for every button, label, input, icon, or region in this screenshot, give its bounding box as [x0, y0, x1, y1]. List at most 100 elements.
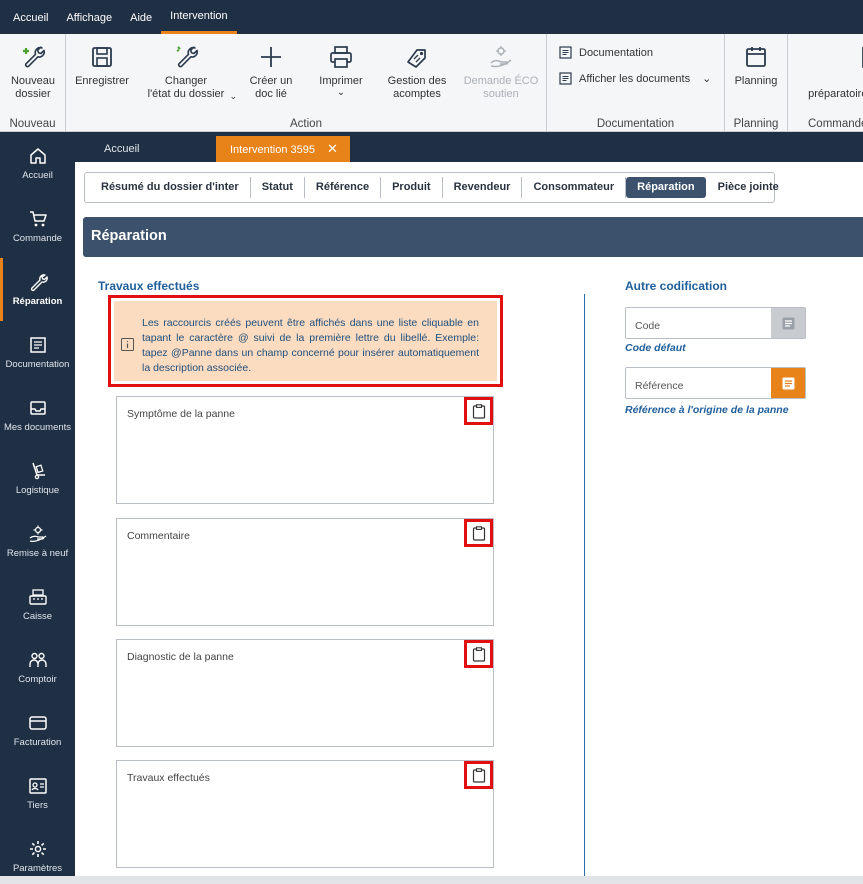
code-lookup-button[interactable] — [771, 308, 805, 338]
ribbon-group-action: Enregistrer Changer l'état du dossier ⌄ … — [66, 34, 547, 132]
eco-hand-icon — [490, 46, 512, 68]
sidebar-label-remise-a-neuf: Remise à neuf — [6, 548, 69, 559]
sidebar-label-accueil: Accueil — [22, 170, 53, 181]
sidebar-label-logistique: Logistique — [15, 485, 60, 496]
clipboard-button[interactable] — [464, 640, 493, 668]
enregistrer-label: Enregistrer — [75, 75, 129, 87]
section-title: Réparation — [91, 228, 167, 244]
code-input[interactable]: Code — [625, 307, 806, 339]
clipboard-button[interactable] — [464, 761, 493, 789]
tab-produit[interactable]: Produit — [381, 177, 443, 198]
tab-reparation[interactable]: Réparation — [626, 177, 706, 198]
sidebar-item-accueil[interactable]: Accueil — [0, 132, 75, 195]
sidebar-item-remise-a-neuf[interactable]: Remise à neuf — [0, 510, 75, 573]
sidebar-item-comptoir[interactable]: Comptoir — [0, 636, 75, 699]
ribbon-group-documentation: Documentation Afficher les documents ⌄ D… — [547, 34, 725, 132]
afficher-chevron-down-icon: ⌄ — [702, 73, 712, 85]
info-text: Les raccourcis créés peuvent être affich… — [142, 317, 479, 374]
sidebar-item-caisse[interactable]: Caisse — [0, 573, 75, 636]
menu-accueil[interactable]: Accueil — [4, 0, 57, 34]
sidebar-label-caisse: Caisse — [22, 611, 53, 622]
clipboard-icon — [472, 646, 485, 662]
enregistrer-button[interactable]: Enregistrer — [72, 44, 132, 88]
tab-reference[interactable]: Référence — [305, 177, 382, 198]
preparatoire-label: E préparatoire c — [808, 88, 863, 100]
list-icon — [782, 317, 794, 329]
tab-piece-jointe[interactable]: Pièce jointe — [707, 177, 790, 198]
group-label-documentation: Documentation — [596, 118, 675, 130]
commentaire-field[interactable]: Commentaire — [116, 518, 494, 626]
info-icon — [121, 338, 134, 351]
reference-lookup-button[interactable] — [771, 368, 805, 398]
hand-truck-icon — [31, 462, 45, 480]
tag-hand-icon — [407, 49, 426, 68]
code-placeholder: Code — [635, 320, 661, 332]
afficher-documents-button[interactable]: Afficher les documents ⌄ — [559, 72, 711, 85]
sidebar-label-documentation: Documentation — [5, 359, 70, 370]
section-header: Réparation — [83, 217, 863, 257]
reference-input[interactable]: Référence — [625, 367, 806, 399]
main-content: Résumé du dossier d'inter Statut Référen… — [75, 162, 863, 884]
sidebar-item-tiers[interactable]: Tiers — [0, 762, 75, 825]
sidebar-item-mes-documents[interactable]: Mes documents — [0, 384, 75, 447]
menu-affichage[interactable]: Affichage — [57, 0, 121, 34]
document-icon — [559, 46, 572, 59]
clipboard-icon — [472, 525, 485, 541]
group-label-commande: Commande — [808, 118, 863, 130]
sidebar-label-facturation: Facturation — [13, 737, 62, 748]
bottom-scroll-area — [0, 876, 863, 884]
tab-consommateur[interactable]: Consommateur — [522, 177, 627, 198]
doc-tab-accueil[interactable]: Accueil — [104, 136, 139, 162]
ribbon-group-commande: E préparatoire c Commande — [788, 34, 863, 132]
home-icon — [29, 148, 46, 164]
demande-eco-soutien-button[interactable]: Demande ÉCO soutien — [462, 44, 540, 101]
nouveau-dossier-button[interactable]: Nouveau dossier — [4, 44, 62, 101]
sidebar-item-logistique[interactable]: Logistique — [0, 447, 75, 510]
list-icon — [782, 377, 794, 389]
gestion-acomptes-button[interactable]: Gestion des acomptes — [382, 44, 452, 101]
sidebar-label-comptoir: Comptoir — [18, 674, 57, 685]
imprimer-button[interactable]: Imprimer ⌄ — [310, 44, 372, 98]
preparatoire-button[interactable]: E préparatoire c — [796, 44, 863, 101]
doc-tab-intervention[interactable]: Intervention 3595 ✕ — [216, 136, 350, 162]
tab-revendeur[interactable]: Revendeur — [443, 177, 523, 198]
changer-etat-label: Changer l'état du dossier — [147, 75, 225, 100]
diagnostic-field[interactable]: Diagnostic de la panne — [116, 639, 494, 747]
tab-statut[interactable]: Statut — [251, 177, 305, 198]
sidebar-item-reparation[interactable]: Réparation — [0, 258, 75, 321]
ribbon-group-nouveau: Nouveau dossier Nouveau — [0, 34, 66, 132]
diagnostic-label: Diagnostic de la panne — [127, 651, 234, 663]
sidebar-label-reparation: Réparation — [12, 296, 63, 307]
documentation-button[interactable]: Documentation — [559, 46, 653, 59]
document-icon — [29, 337, 46, 353]
menu-aide[interactable]: Aide — [121, 0, 161, 34]
reference-placeholder: Référence — [635, 380, 684, 392]
creer-doc-lie-button[interactable]: Créer un doc lié — [242, 44, 300, 101]
travaux-effectues-label: Travaux effectués — [127, 772, 210, 784]
travaux-heading: Travaux effectués — [98, 279, 200, 293]
tab-resume[interactable]: Résumé du dossier d'inter — [90, 177, 251, 198]
menu-bar: Accueil Affichage Aide Intervention — [0, 0, 863, 34]
changer-etat-button[interactable]: Changer l'état du dossier ⌄ — [136, 44, 237, 101]
close-icon[interactable]: ✕ — [327, 141, 338, 156]
travaux-effectues-field[interactable]: Travaux effectués — [116, 760, 494, 868]
cart-icon — [29, 211, 47, 227]
planning-button[interactable]: Planning — [727, 44, 785, 88]
clipboard-icon — [472, 767, 485, 783]
clipboard-button[interactable] — [464, 397, 493, 425]
clipboard-button[interactable] — [464, 519, 493, 547]
nouveau-dossier-label: Nouveau dossier — [10, 75, 56, 100]
doc-tab-intervention-label: Intervention 3595 — [230, 144, 316, 156]
planning-label: Planning — [734, 75, 778, 87]
sidebar-item-commande[interactable]: Commande — [0, 195, 75, 258]
creer-doc-lie-label: Créer un doc lié — [249, 75, 293, 100]
documentation-label: Documentation — [579, 46, 653, 59]
sidebar-label-parametres: Paramètres — [12, 863, 63, 874]
afficher-documents-label: Afficher les documents — [579, 72, 691, 85]
sidebar-item-facturation[interactable]: Facturation — [0, 699, 75, 762]
symptome-field[interactable]: Symptôme de la panne — [116, 396, 494, 504]
plus-icon — [261, 47, 281, 67]
menu-intervention[interactable]: Intervention — [161, 0, 237, 34]
sidebar-item-documentation[interactable]: Documentation — [0, 321, 75, 384]
group-label-nouveau: Nouveau — [9, 118, 56, 130]
